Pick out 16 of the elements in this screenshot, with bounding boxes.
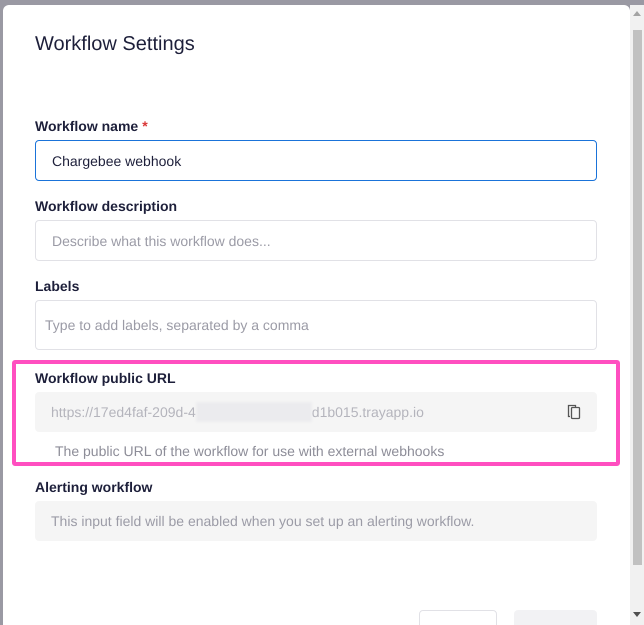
input-field[interactable]: Describe what this workflow does...	[35, 220, 597, 261]
dialog-title: Workflow Settings	[35, 33, 196, 56]
helper-text: The public URL of the workflow for use with external webhooks	[55, 443, 446, 459]
scrollbar[interactable]	[630, 5, 644, 625]
scroll-down-icon[interactable]	[633, 612, 641, 617]
copy-icon[interactable]	[567, 404, 581, 420]
labels-field[interactable]: Type to add labels, separated by a comma	[35, 300, 597, 350]
field-label: Alerting workflow	[35, 479, 152, 495]
disabled-field: This input field will be enabled when you set up an alerting workflow.	[35, 501, 597, 541]
scroll-up-icon[interactable]	[633, 11, 641, 16]
input-field[interactable]: Chargebee webhook	[35, 140, 597, 181]
required-mark: *	[142, 118, 148, 134]
field-label: Workflow name	[35, 118, 138, 134]
field-label: Workflow public URL	[35, 370, 176, 386]
field-label: Labels	[35, 278, 80, 294]
field-label: Workflow description	[35, 198, 178, 214]
